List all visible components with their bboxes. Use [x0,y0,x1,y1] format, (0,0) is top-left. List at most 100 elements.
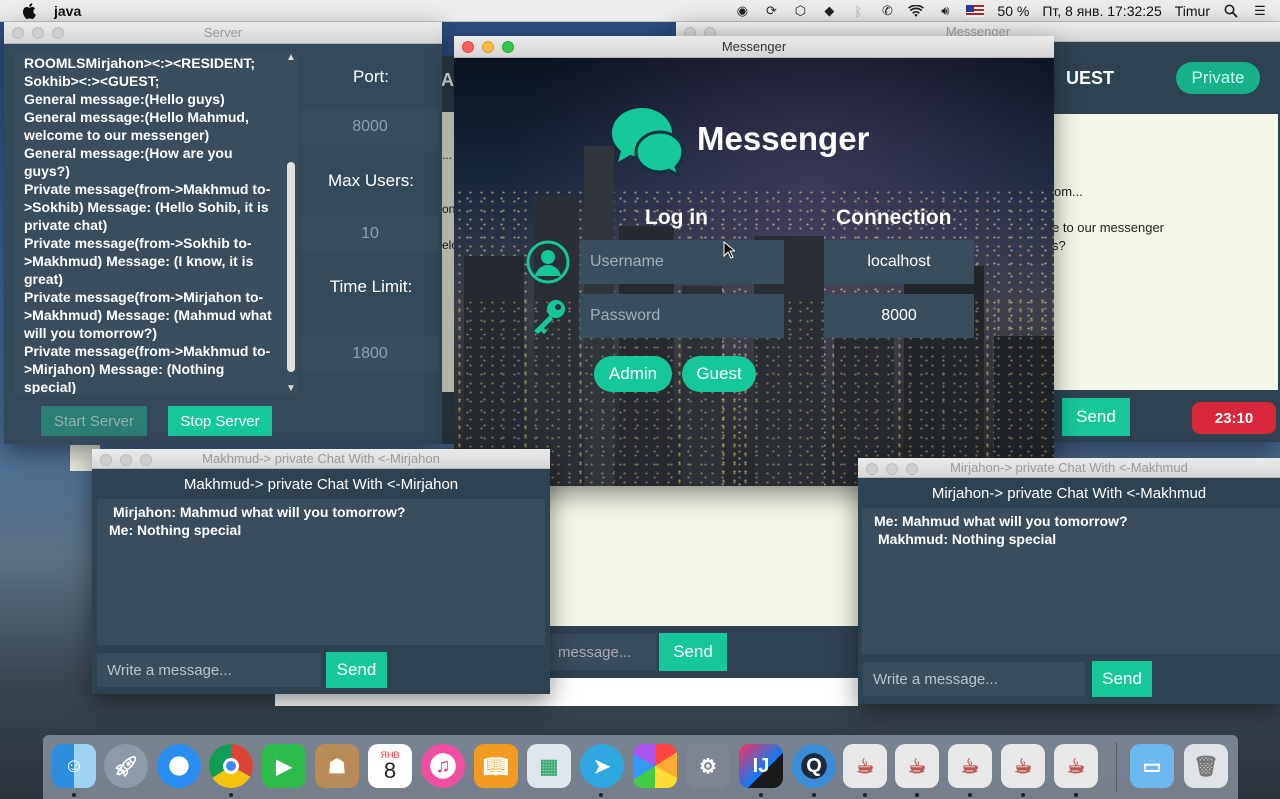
minimize-button[interactable] [886,463,898,475]
box-icon[interactable]: ⬡ [792,3,808,18]
message-line: Makhmud: Nothing special [878,531,1057,547]
running-indicator [229,793,233,797]
input-source-flag-icon[interactable] [966,5,985,17]
message-line: Mirjahon: Mahmud what will you tomorrow? [113,504,406,520]
guest-button[interactable]: Guest [682,356,756,392]
close-button[interactable] [100,454,112,466]
clock[interactable]: Пт, 8 янв. 17:32:25 [1042,3,1161,19]
contacts-icon[interactable]: ☗ [315,744,359,788]
message-input[interactable]: Write a message... [863,662,1085,696]
app-name-menu[interactable]: java [54,3,81,19]
message-line: Me: Nothing special [109,522,242,538]
message-input[interactable]: Write a message... [97,653,321,687]
max-users-field[interactable]: 10 [302,216,438,252]
minimize-button[interactable] [120,454,132,466]
phone-icon[interactable]: ✆ [879,3,895,18]
chat-line: om... [1054,184,1083,199]
scroll-up-arrow-icon[interactable]: ▲ [286,52,296,63]
safari-icon[interactable]: ✦ [157,744,201,788]
message-input[interactable]: message... [548,634,656,670]
brand-title: Messenger [697,120,870,157]
preview-icon[interactable]: ▦ [527,744,571,788]
java-app-icon[interactable]: ☕︎ [843,744,887,788]
port-field[interactable]: 8000 [302,109,438,145]
send-button[interactable]: Send [326,652,387,688]
time-limit-field[interactable]: 1800 [302,336,438,372]
login-heading: Log in [645,206,708,229]
private-button[interactable]: Private [1176,62,1260,94]
itunes-icon[interactable]: ♫ [421,744,465,788]
battery-percent[interactable]: 50 % [997,3,1029,19]
close-button[interactable] [12,27,24,39]
chrome-icon[interactable] [209,744,253,788]
send-button[interactable]: Send [1092,661,1152,697]
telegram-icon[interactable]: ➤ [580,744,624,788]
zoom-button[interactable] [906,463,918,475]
message-line: Me: Mahmud what will you tomorrow? [874,513,1128,529]
photos-icon[interactable] [633,744,677,788]
launchpad-icon[interactable]: 🚀︎ [104,744,148,788]
notification-center-icon[interactable]: ☰ [1252,3,1268,18]
java-app-icon[interactable]: ☕︎ [1001,744,1045,788]
log-line: General message:(How are you guys?) [24,145,233,179]
running-indicator [812,793,816,797]
java-app-icon[interactable]: ☕︎ [895,744,939,788]
start-server-button[interactable]: Start Server [41,406,147,436]
minimize-button[interactable] [32,27,44,39]
running-indicator [863,793,867,797]
log-line: Private message(from->Makhmud to->Mirjah… [24,343,271,394]
downloads-folder-icon[interactable]: ▭ [1130,744,1174,788]
intellij-icon[interactable]: IJ [739,744,783,788]
status-area: ◉ ⟳ ⬡ ◆ ᛒ ✆ 🔊︎ 50 % Пт, 8 янв. 17:32:25 … [734,0,1280,22]
connection-port-field[interactable]: 8000 [824,294,974,338]
host-field[interactable]: localhost [824,240,974,284]
close-button[interactable] [866,463,878,475]
log-line: Private message(from->Mirjahon to->Makhm… [24,289,272,341]
send-button[interactable]: Send [659,633,727,671]
log-scrollbar[interactable]: ▲ ▼ [284,52,298,394]
trash-icon[interactable]: 🗑︎ [1184,744,1228,788]
server-log[interactable]: ROOMLSMirjahon><:><RESIDENT; Sokhib><:><… [14,52,286,394]
log-line: Private message(from->Sokhib to->Makhmud… [24,235,254,287]
record-icon[interactable]: ◉ [734,3,750,18]
finder-icon[interactable]: ☺ [52,744,96,788]
scroll-down-arrow-icon[interactable]: ▼ [286,383,296,394]
close-button[interactable] [462,41,474,53]
zoom-button[interactable] [502,41,514,53]
calendar-icon[interactable]: ЯНВ 8 [368,744,412,788]
window-title: Makhmud-> private Chat With <-Mirjahon [202,451,440,466]
facetime-icon[interactable]: ▶ [262,744,306,788]
quicktime-icon[interactable]: Q [792,744,836,788]
spotlight-search-icon[interactable] [1223,4,1239,18]
send-button[interactable]: Send [1062,398,1130,436]
scroll-thumb[interactable] [287,162,295,372]
zoom-button[interactable] [140,454,152,466]
sync-icon[interactable]: ⟳ [763,3,779,18]
time-limit-label: Time Limit: [329,277,413,296]
minimize-button[interactable] [482,41,494,53]
running-indicator [72,793,76,797]
user-name[interactable]: Timur [1175,3,1210,19]
stop-server-button[interactable]: Stop Server [168,406,272,436]
username-input[interactable]: Username [580,240,784,284]
ibooks-icon[interactable]: 📖︎ [474,744,518,788]
log-line: ROOMLSMirjahon><:><RESIDENT; [24,55,256,71]
elephant-icon[interactable]: ◆ [821,3,837,18]
wifi-icon[interactable] [908,4,925,18]
running-indicator [915,793,919,797]
main-chat-lower-area [550,486,860,626]
chat-messages: Mirjahon: Mahmud what will you tomorrow?… [97,499,545,645]
chat-fragment: ... [442,148,453,162]
apple-menu-icon[interactable] [20,2,38,20]
max-users-label: Max Users: [328,171,414,190]
volume-icon[interactable]: 🔊︎ [937,3,953,18]
zoom-button[interactable] [52,27,64,39]
password-input[interactable]: Password [580,294,784,338]
java-app-icon[interactable]: ☕︎ [1054,744,1098,788]
bluetooth-icon[interactable]: ᛒ [850,4,866,19]
messenger-logo-icon [608,104,688,180]
system-preferences-icon[interactable]: ⚙ [686,744,730,788]
running-indicator [599,793,603,797]
java-app-icon[interactable]: ☕︎ [948,744,992,788]
admin-button[interactable]: Admin [594,356,672,392]
